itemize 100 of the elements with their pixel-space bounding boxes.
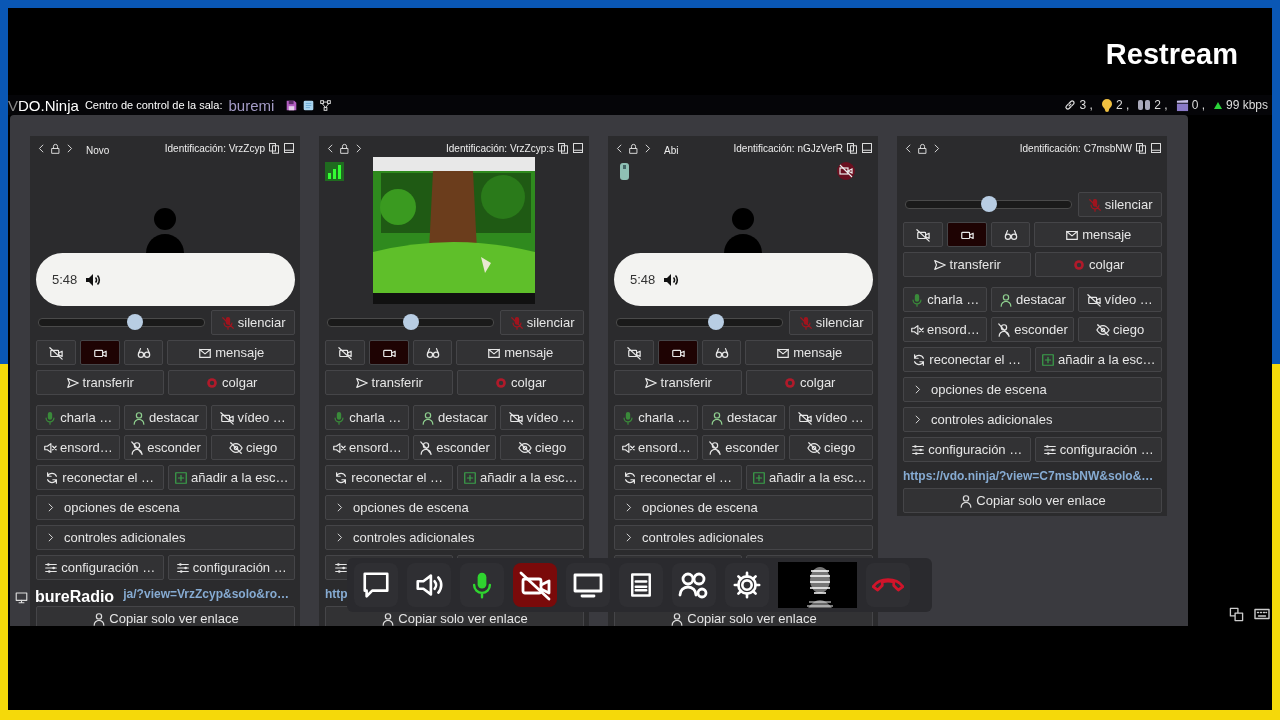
glasses-icon [1003, 227, 1018, 242]
camera-button[interactable] [513, 563, 557, 607]
deafen-button[interactable]: ensord… [36, 435, 120, 460]
reconnect-button[interactable]: reconectar el … [325, 465, 453, 490]
blind-button[interactable]: ciego [211, 435, 295, 460]
add-to-scene-button[interactable]: añadir a la esc… [456, 465, 584, 490]
glasses-toggle[interactable] [701, 340, 742, 365]
expander-button[interactable]: controles adicionales [903, 407, 1162, 432]
add-to-scene-button[interactable]: añadir a la esc… [1034, 347, 1162, 372]
window-share-button[interactable] [619, 563, 663, 607]
add-to-scene-button[interactable]: añadir a la esc… [745, 465, 873, 490]
message-button[interactable]: mensaje [1034, 222, 1162, 247]
highlight-button[interactable]: destacar [412, 405, 497, 430]
settings-button[interactable] [725, 563, 769, 607]
expander-button[interactable]: opciones de escena [36, 495, 295, 520]
camera-toggle[interactable] [368, 340, 409, 365]
camera-toggle[interactable] [657, 340, 698, 365]
screen-share-button[interactable] [566, 563, 610, 607]
blind-button[interactable]: ciego [789, 435, 873, 460]
mute-button[interactable]: silenciar [211, 310, 295, 335]
camera-toggle[interactable] [79, 340, 120, 365]
hide-button[interactable]: esconder [412, 435, 497, 460]
video-off-toggle[interactable] [903, 222, 943, 247]
chat-button[interactable] [354, 563, 398, 607]
message-button[interactable]: mensaje [167, 340, 295, 365]
speaker-muted-icon [909, 322, 924, 337]
share-link[interactable]: ja/?view=VrzZcyp&solo&ro… [123, 586, 289, 601]
add-to-scene-button[interactable]: añadir a la esc… [167, 465, 295, 490]
video-off-toggle[interactable] [614, 340, 654, 365]
expander-button[interactable]: opciones de escena [614, 495, 873, 520]
hangup-button[interactable]: colgar [745, 370, 873, 395]
camera-toggle[interactable] [946, 222, 987, 247]
person-icon [421, 410, 436, 425]
hangup-button[interactable]: colgar [167, 370, 295, 395]
transfer-button[interactable]: transferir [36, 370, 164, 395]
person-icon [92, 611, 107, 626]
hide-button[interactable]: esconder [123, 435, 208, 460]
blind-button[interactable]: ciego [500, 435, 584, 460]
copy-link-button[interactable]: Copiar solo ver enlace [36, 606, 295, 626]
highlight-button[interactable]: destacar [990, 287, 1075, 312]
video-off-toggle[interactable] [325, 340, 365, 365]
hide-button[interactable]: esconder [990, 317, 1075, 342]
lock-icon [339, 142, 350, 154]
copy-link-button[interactable]: Copiar solo ver enlace [903, 488, 1162, 513]
talk-button[interactable]: charla … [614, 405, 698, 430]
plus-square-icon [1040, 352, 1055, 367]
settings-button[interactable]: configuración … [1034, 437, 1162, 462]
video-button[interactable]: vídeo … [500, 405, 584, 430]
expander-button[interactable]: controles adicionales [36, 525, 295, 550]
slider-thumb[interactable] [126, 314, 143, 330]
blind-button[interactable]: ciego [1078, 317, 1162, 342]
slider-thumb[interactable] [708, 314, 725, 330]
talk-button[interactable]: charla … [903, 287, 987, 312]
video-button[interactable]: vídeo … [789, 405, 873, 430]
mic-muted-icon [798, 315, 813, 330]
group-settings-button[interactable] [672, 563, 716, 607]
hangup-button[interactable]: colgar [1034, 252, 1162, 277]
video-off-toggle[interactable] [36, 340, 76, 365]
speaker-button[interactable] [407, 563, 451, 607]
glasses-toggle[interactable] [990, 222, 1031, 247]
reconnect-button[interactable]: reconectar el … [36, 465, 164, 490]
hangup-button[interactable]: colgar [456, 370, 584, 395]
settings-button[interactable]: configuración … [167, 555, 295, 580]
glasses-toggle[interactable] [123, 340, 164, 365]
hangup-button[interactable] [866, 563, 910, 607]
transfer-button[interactable]: transferir [325, 370, 453, 395]
message-button[interactable]: mensaje [456, 340, 584, 365]
glasses-toggle[interactable] [412, 340, 453, 365]
expander-button[interactable]: controles adicionales [325, 525, 584, 550]
slider-thumb[interactable] [980, 196, 997, 212]
reconnect-button[interactable]: reconectar el … [614, 465, 742, 490]
highlight-button[interactable]: destacar [701, 405, 786, 430]
hide-button[interactable]: esconder [701, 435, 786, 460]
highlight-button[interactable]: destacar [123, 405, 208, 430]
mic-button[interactable] [460, 563, 504, 607]
reconnect-button[interactable]: reconectar el … [903, 347, 1031, 372]
transfer-button[interactable]: transferir [614, 370, 742, 395]
video-button[interactable]: vídeo … [1078, 287, 1162, 312]
talk-button[interactable]: charla … [325, 405, 409, 430]
settings-button[interactable]: configuración … [36, 555, 164, 580]
talk-button[interactable]: charla … [36, 405, 120, 430]
share-link[interactable]: http [325, 586, 348, 601]
mute-button[interactable]: silenciar [1078, 192, 1162, 217]
expander-button[interactable]: opciones de escena [325, 495, 584, 520]
settings-button[interactable]: configuración … [903, 437, 1031, 462]
mute-button[interactable]: silenciar [789, 310, 873, 335]
message-button[interactable]: mensaje [745, 340, 873, 365]
hangup-icon [494, 375, 509, 390]
expander-button[interactable]: opciones de escena [903, 377, 1162, 402]
transfer-button[interactable]: transferir [903, 252, 1031, 277]
deafen-button[interactable]: ensord… [325, 435, 409, 460]
audio-player[interactable]: 5:48 [614, 253, 873, 306]
mute-button[interactable]: silenciar [500, 310, 584, 335]
deafen-button[interactable]: ensord… [903, 317, 987, 342]
video-button[interactable]: vídeo … [211, 405, 295, 430]
slider-thumb[interactable] [402, 314, 419, 330]
share-link[interactable]: https://vdo.ninja/?view=C7msbNW&solo&… [903, 468, 1154, 483]
expander-button[interactable]: controles adicionales [614, 525, 873, 550]
deafen-button[interactable]: ensord… [614, 435, 698, 460]
audio-player[interactable]: 5:48 [36, 253, 295, 306]
